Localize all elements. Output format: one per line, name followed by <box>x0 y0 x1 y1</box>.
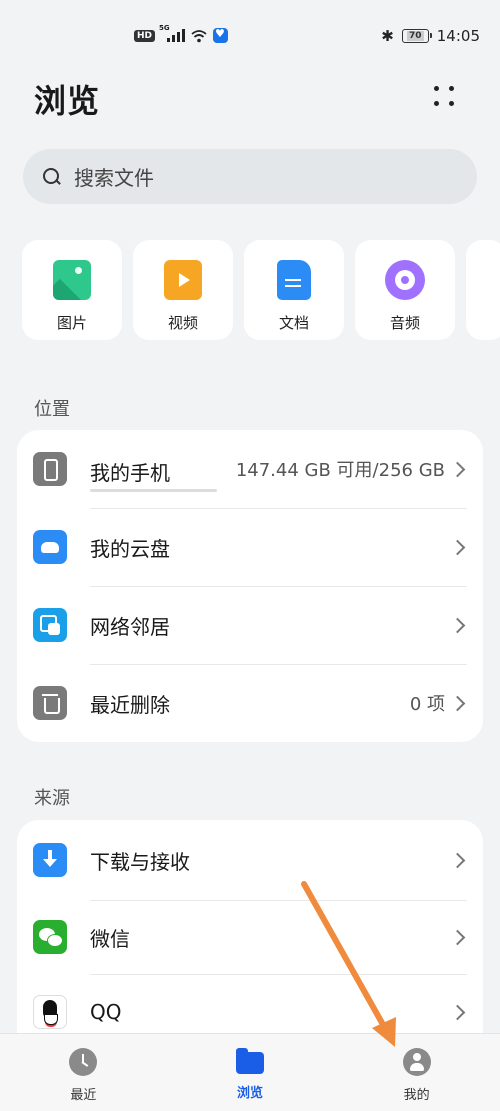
category-documents[interactable]: 文档 <box>244 240 344 340</box>
nav-label: 最近 <box>70 1088 97 1103</box>
nav-tab-browse[interactable]: 浏览 <box>167 1034 334 1111</box>
network-type-label: 5G <box>159 24 170 32</box>
chevron-right-icon <box>449 929 466 945</box>
category-audio[interactable]: 音频 <box>355 240 455 340</box>
network-icon <box>33 608 67 642</box>
clock-time: 14:05 <box>436 27 480 45</box>
chevron-right-icon <box>449 461 466 477</box>
audio-icon <box>385 260 425 300</box>
location-recently-deleted[interactable]: 最近删除 0 项 <box>17 664 483 742</box>
bluetooth-icon: ✱ <box>381 27 394 45</box>
category-label: 图片 <box>56 314 87 332</box>
source-wechat[interactable]: 微信 <box>17 900 483 974</box>
battery-icon: 70 <box>401 29 432 43</box>
battery-level: 70 <box>407 31 424 41</box>
more-options-button[interactable] <box>434 86 456 108</box>
category-label: 文档 <box>278 314 309 332</box>
row-label: 最近删除 <box>90 692 170 717</box>
status-bar-right: ✱ 70 14:05 <box>381 27 480 45</box>
section-title-sources: 来源 <box>34 788 70 809</box>
person-icon <box>402 1048 431 1076</box>
row-label: 网络邻居 <box>90 614 170 639</box>
storage-value: 147.44 GB 可用/256 GB <box>235 460 445 481</box>
cloud-icon <box>33 530 67 564</box>
search-input[interactable]: 搜索文件 <box>23 149 477 204</box>
storage-bar <box>90 489 217 492</box>
location-my-cloud[interactable]: 我的云盘 <box>17 508 483 586</box>
health-app-icon <box>213 27 229 43</box>
sources-list: 下载与接收 微信 QQ <box>17 820 483 1060</box>
bottom-navigation: 最近 浏览 我的 <box>0 1033 500 1111</box>
category-label: 音频 <box>389 314 420 332</box>
cell-signal-icon: 5G <box>159 24 186 42</box>
status-bar-left: HD 5G <box>134 24 229 43</box>
category-label: 视频 <box>167 314 198 332</box>
phone-icon <box>33 452 67 486</box>
document-icon <box>277 260 311 300</box>
download-icon <box>33 843 67 877</box>
page-title: 浏览 <box>34 82 101 120</box>
chevron-right-icon <box>449 539 466 555</box>
section-title-locations: 位置 <box>34 399 70 420</box>
location-network[interactable]: 网络邻居 <box>17 586 483 664</box>
nav-label: 浏览 <box>237 1086 264 1101</box>
nav-label: 我的 <box>403 1088 430 1103</box>
trash-icon <box>33 686 67 720</box>
location-my-phone[interactable]: 我的手机 147.44 GB 可用/256 GB <box>17 430 483 508</box>
category-shortcuts: 图片 视频 文档 音频 <box>22 240 500 340</box>
category-images[interactable]: 图片 <box>22 240 122 340</box>
row-label: QQ <box>90 1000 122 1024</box>
source-downloads[interactable]: 下载与接收 <box>17 820 483 900</box>
more-dots-icon <box>434 86 439 91</box>
qq-icon <box>33 995 67 1029</box>
chevron-right-icon <box>449 617 466 633</box>
nav-tab-mine[interactable]: 我的 <box>333 1034 500 1111</box>
folder-icon <box>236 1048 264 1074</box>
chevron-right-icon <box>449 695 466 711</box>
status-bar: HD 5G ✱ 70 14:05 <box>0 0 500 78</box>
deleted-count: 0 项 <box>409 694 445 715</box>
chevron-right-icon <box>449 1004 466 1020</box>
hd-badge: HD <box>134 29 156 42</box>
clock-icon <box>69 1048 98 1076</box>
search-icon <box>42 167 62 187</box>
row-label: 我的手机 <box>90 461 170 485</box>
wechat-icon <box>33 920 67 954</box>
chevron-right-icon <box>449 852 466 868</box>
search-placeholder: 搜索文件 <box>74 166 154 190</box>
row-label: 下载与接收 <box>90 849 190 874</box>
video-icon <box>164 260 202 300</box>
row-label: 我的云盘 <box>90 536 170 561</box>
category-more[interactable] <box>466 240 500 340</box>
wifi-icon <box>191 29 207 42</box>
category-videos[interactable]: 视频 <box>133 240 233 340</box>
image-icon <box>53 260 91 300</box>
locations-list: 我的手机 147.44 GB 可用/256 GB 我的云盘 网络邻居 最近删除 … <box>17 430 483 742</box>
row-label: 微信 <box>90 926 130 951</box>
nav-tab-recent[interactable]: 最近 <box>0 1034 167 1111</box>
